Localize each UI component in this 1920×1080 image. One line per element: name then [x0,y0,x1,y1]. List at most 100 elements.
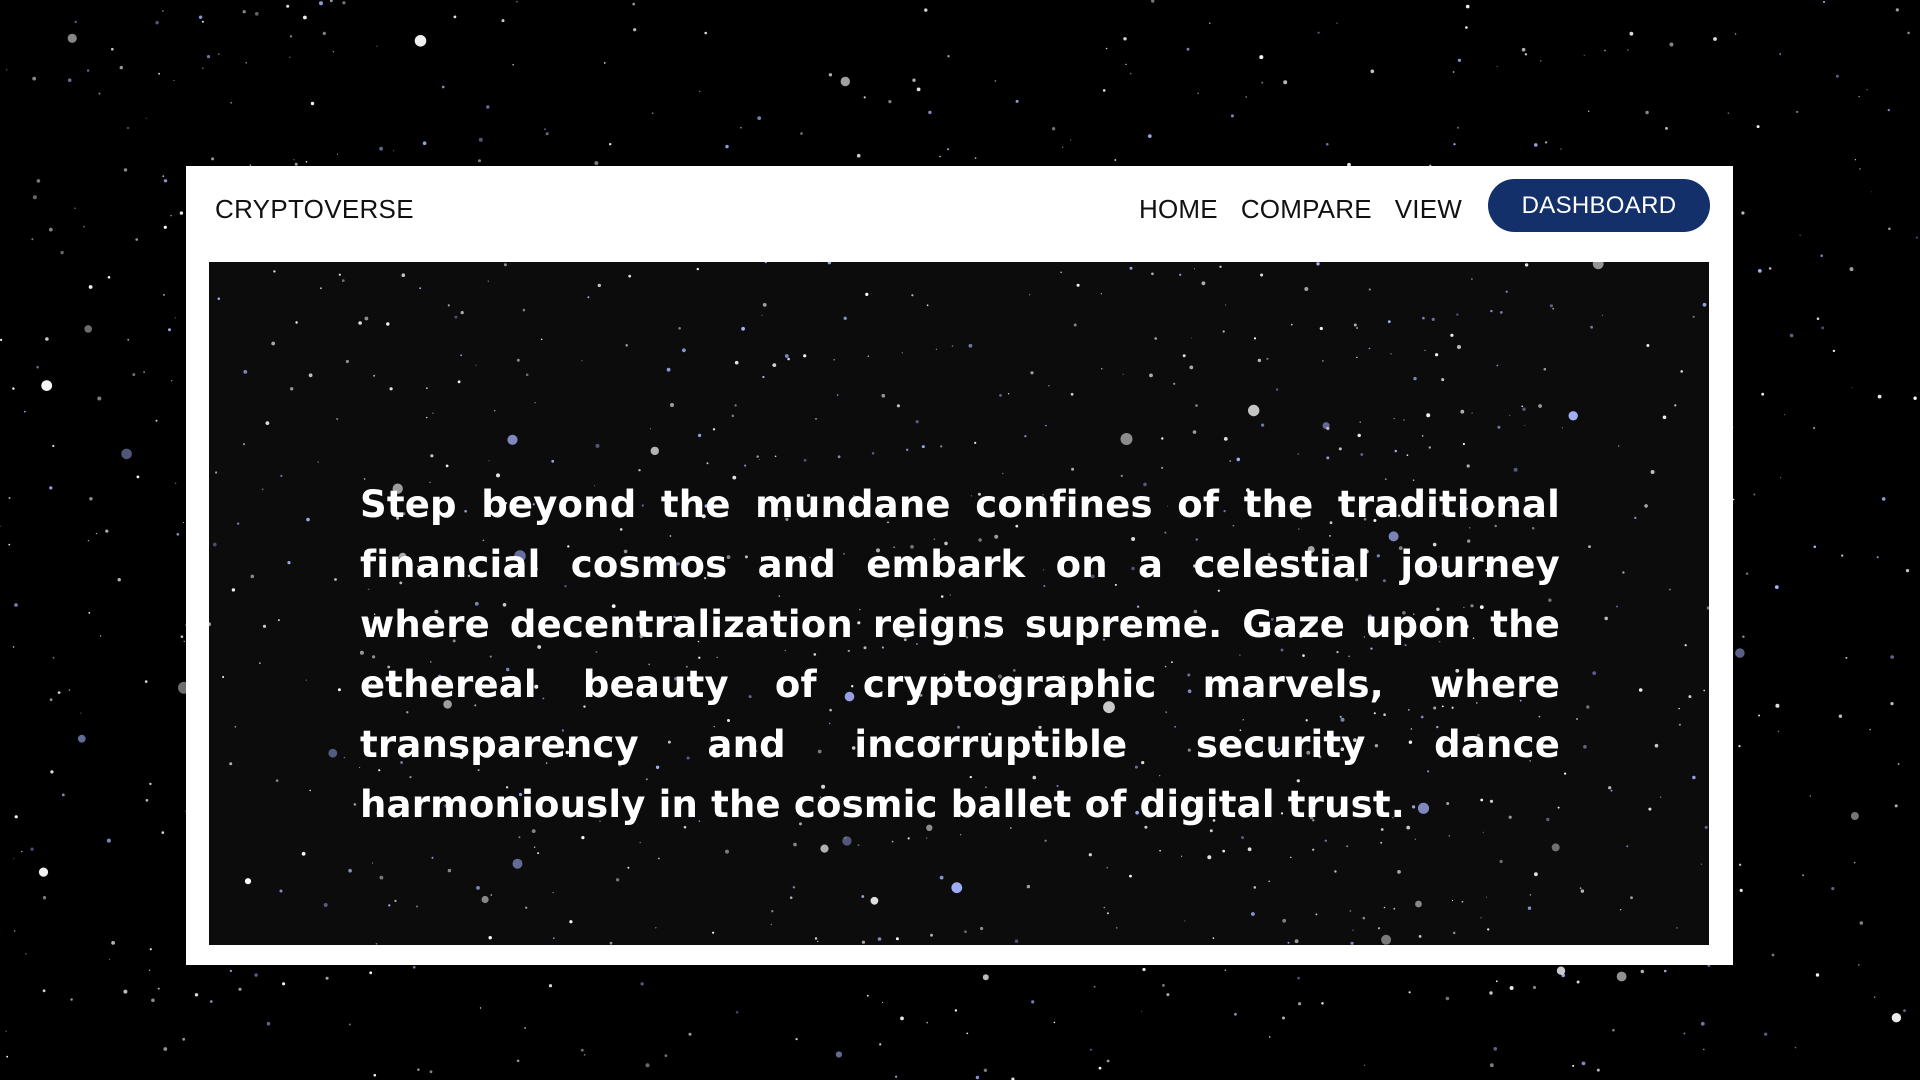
star [1189,365,1194,370]
star [1851,387,1853,389]
nav-home-link[interactable]: HOME [1139,194,1218,225]
star [1713,37,1717,41]
star [242,443,246,446]
star [975,1075,980,1080]
star [1326,426,1330,431]
nav-view-link[interactable]: VIEW [1395,194,1462,225]
star [712,428,716,431]
star [1849,267,1854,272]
star [1222,849,1226,853]
star [1229,460,1232,462]
nav-compare-link[interactable]: COMPARE [1241,194,1372,225]
star [1397,870,1401,874]
star [379,875,384,880]
star [640,982,644,986]
star [174,317,176,319]
star [928,110,932,115]
star [183,522,185,524]
star [1496,364,1499,367]
star [422,141,427,145]
star [41,380,53,391]
star [540,338,543,341]
star [1403,419,1405,421]
star [1179,273,1182,276]
star [1248,404,1260,417]
star [57,691,61,694]
star [261,488,264,491]
star [1098,1066,1102,1070]
star [183,640,185,642]
star [38,867,49,877]
star [1499,311,1503,314]
star [1030,371,1034,375]
star [373,1073,377,1077]
star [712,931,715,934]
star [501,19,505,23]
star [1777,730,1780,733]
star [800,132,803,135]
star [1521,47,1526,52]
star [1283,80,1288,85]
star [36,179,41,183]
star [1576,718,1578,720]
star [179,211,184,215]
star [764,262,767,264]
star [145,799,149,802]
star [1282,918,1287,923]
star [1431,317,1435,321]
star [771,910,774,913]
star [194,993,199,997]
star [457,380,461,384]
star [289,56,291,58]
star [161,831,165,834]
star [481,895,489,904]
star [1415,900,1422,908]
star [1706,606,1709,610]
star [230,101,233,104]
star [1859,168,1861,170]
star [1193,268,1196,270]
star [310,101,315,106]
star [1297,976,1300,980]
star [744,464,747,467]
star [740,126,742,129]
star [1903,1009,1906,1012]
star [1322,360,1324,362]
star [1413,376,1417,381]
star [42,896,47,900]
star [625,344,628,347]
star [149,948,152,951]
star [545,132,549,136]
star [1616,605,1618,608]
star [1257,358,1262,363]
star [982,974,989,981]
star [1234,1012,1237,1016]
star [1816,317,1820,321]
star [906,448,909,451]
star [371,862,374,864]
star [645,1063,650,1068]
star [460,311,464,315]
star [1465,26,1468,29]
star [1703,689,1706,692]
star [1556,966,1566,975]
star [756,455,759,458]
star [1268,1036,1271,1038]
star [1757,269,1762,273]
star [1106,866,1108,869]
star [1031,1000,1035,1004]
star [1741,211,1745,215]
star [1383,906,1386,909]
star [1692,315,1695,318]
star [1897,763,1900,765]
star [1182,354,1186,358]
star [1489,1063,1494,1068]
star [870,896,879,905]
star [1853,861,1856,864]
star [1428,446,1432,449]
star [1103,906,1106,909]
dashboard-button[interactable]: DASHBOARD [1488,179,1710,232]
brand-logo-text[interactable]: CRYPTOVERSE [215,194,414,225]
star [939,875,944,880]
star [1532,985,1537,990]
